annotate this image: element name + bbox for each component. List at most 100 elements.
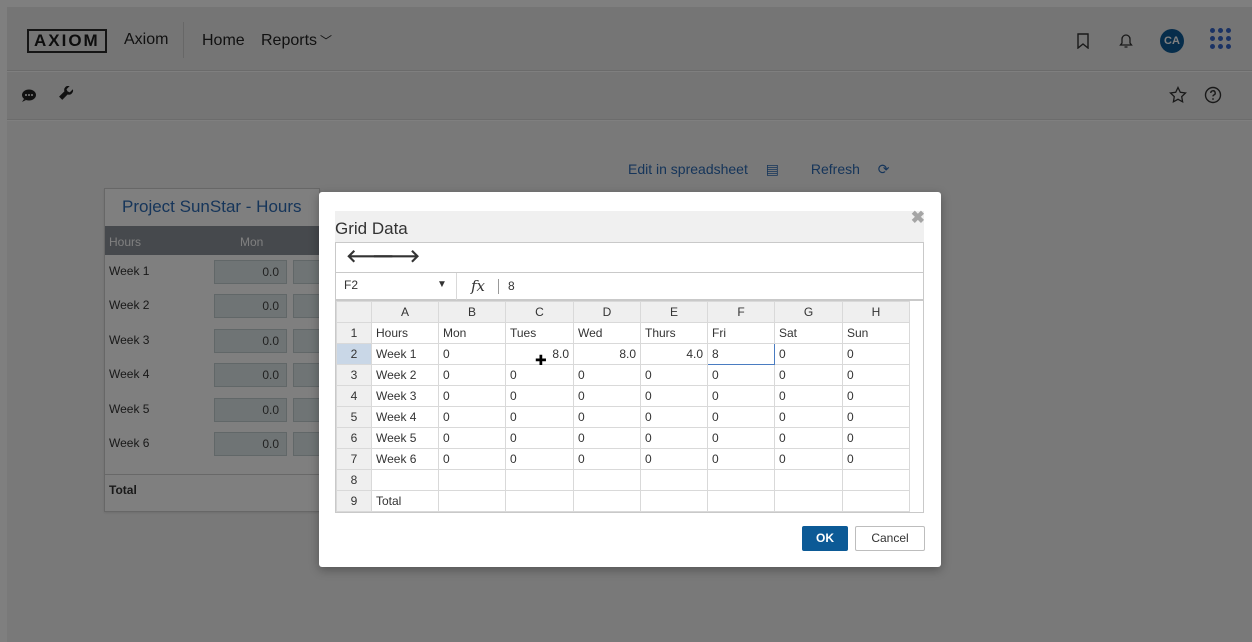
cell[interactable]: Wed — [573, 322, 641, 344]
cell[interactable]: Hours — [371, 322, 439, 344]
cell[interactable]: 0 — [707, 427, 775, 449]
close-icon[interactable]: ✖ — [911, 208, 925, 228]
col-header[interactable]: B — [438, 301, 506, 323]
col-header[interactable]: G — [774, 301, 843, 323]
col-header[interactable]: E — [640, 301, 708, 323]
cell[interactable] — [774, 490, 843, 512]
cell[interactable]: 0 — [774, 385, 843, 407]
cell[interactable]: 0 — [774, 343, 843, 365]
cell[interactable]: Week 4 — [371, 406, 439, 428]
table-row: 5 Week 4 0 0 0 0 0 0 0 — [336, 406, 910, 428]
row-header[interactable]: 6 — [336, 427, 372, 449]
redo-icon[interactable]: 🡒 — [372, 246, 420, 267]
cell[interactable]: 0 — [707, 406, 775, 428]
spreadsheet-toolbar: 🡐 🡒 — [335, 242, 924, 272]
cell[interactable]: Sat — [774, 322, 843, 344]
name-box[interactable]: F2 — [344, 278, 358, 292]
cell[interactable]: 0 — [505, 427, 574, 449]
cell[interactable] — [505, 490, 574, 512]
col-header[interactable]: A — [371, 301, 439, 323]
cell[interactable]: 0 — [438, 385, 506, 407]
cell[interactable]: 8.0 — [573, 343, 641, 365]
row-header[interactable]: 5 — [336, 406, 372, 428]
col-header[interactable]: C — [505, 301, 574, 323]
cell[interactable] — [707, 490, 775, 512]
cell[interactable] — [371, 469, 439, 491]
cancel-button[interactable]: Cancel — [855, 526, 925, 551]
cell[interactable] — [573, 469, 641, 491]
formula-input[interactable]: 8 — [508, 279, 515, 293]
row-header[interactable]: 3 — [336, 364, 372, 386]
row-header[interactable]: 7 — [336, 448, 372, 470]
cell[interactable]: 0 — [438, 427, 506, 449]
cell[interactable]: Mon — [438, 322, 506, 344]
cell[interactable]: 0 — [774, 448, 843, 470]
ok-button[interactable]: OK — [802, 526, 848, 551]
cell[interactable] — [842, 469, 910, 491]
cell[interactable]: 0 — [640, 406, 708, 428]
cell[interactable]: 0 — [842, 364, 910, 386]
row-header[interactable]: 2 — [336, 343, 372, 365]
cell[interactable]: Thurs — [640, 322, 708, 344]
cell[interactable]: 0 — [438, 364, 506, 386]
row-header[interactable]: 4 — [336, 385, 372, 407]
cell[interactable]: 0 — [505, 406, 574, 428]
cell[interactable]: 0 — [640, 364, 708, 386]
corner-cell[interactable] — [336, 301, 372, 323]
cell[interactable]: 0 — [640, 448, 708, 470]
cell[interactable]: 0 — [842, 343, 910, 365]
cell[interactable]: 0 — [842, 427, 910, 449]
cell[interactable]: Week 6 — [371, 448, 439, 470]
cell[interactable]: 0 — [774, 427, 843, 449]
cell[interactable]: 0 — [707, 364, 775, 386]
cell[interactable]: 0 — [505, 448, 574, 470]
cell[interactable]: Week 5 — [371, 427, 439, 449]
cell[interactable]: 0 — [438, 448, 506, 470]
cell[interactable]: 0 — [774, 364, 843, 386]
cell[interactable]: 0 — [573, 385, 641, 407]
cell[interactable]: 0 — [573, 427, 641, 449]
cell[interactable]: Total — [371, 490, 439, 512]
cell[interactable] — [640, 490, 708, 512]
cell[interactable]: 0 — [774, 406, 843, 428]
cell[interactable]: Fri — [707, 322, 775, 344]
cell[interactable]: Week 1 — [371, 343, 439, 365]
cell[interactable]: 0 — [573, 448, 641, 470]
row-header[interactable]: 1 — [336, 322, 372, 344]
col-header[interactable]: D — [573, 301, 641, 323]
cell[interactable]: 0 — [505, 385, 574, 407]
cell[interactable]: 0 — [707, 385, 775, 407]
cell[interactable]: 0 — [640, 427, 708, 449]
active-cell[interactable]: 8 — [707, 343, 775, 365]
cell[interactable]: Week 2 — [371, 364, 439, 386]
col-header[interactable]: H — [842, 301, 910, 323]
cell[interactable]: Week 3 — [371, 385, 439, 407]
cell[interactable]: 0 — [573, 364, 641, 386]
cell[interactable]: 0 — [573, 406, 641, 428]
cell[interactable]: 0 — [438, 406, 506, 428]
cell[interactable]: 0 — [842, 406, 910, 428]
cell[interactable] — [707, 469, 775, 491]
column-header-row: A B C D E F G H — [336, 301, 910, 323]
table-row: 3 Week 2 0 0 0 0 0 0 0 — [336, 364, 910, 386]
name-box-dropdown-icon[interactable]: ▼ — [437, 279, 447, 290]
cell[interactable]: Sun — [842, 322, 910, 344]
fx-divider — [498, 279, 499, 294]
cell[interactable]: 0 — [640, 385, 708, 407]
row-header[interactable]: 9 — [336, 490, 372, 512]
cell[interactable] — [573, 490, 641, 512]
cell[interactable]: 0 — [842, 385, 910, 407]
cell[interactable] — [842, 490, 910, 512]
cell[interactable] — [438, 490, 506, 512]
cell[interactable] — [640, 469, 708, 491]
cell[interactable]: 0 — [438, 343, 506, 365]
cell[interactable]: 4.0 — [640, 343, 708, 365]
cell[interactable]: 0 — [842, 448, 910, 470]
col-header[interactable]: F — [707, 301, 775, 323]
cell[interactable] — [774, 469, 843, 491]
row-header[interactable]: 8 — [336, 469, 372, 491]
cell[interactable] — [505, 469, 574, 491]
cell[interactable]: Tues — [505, 322, 574, 344]
cell[interactable] — [438, 469, 506, 491]
cell[interactable]: 0 — [707, 448, 775, 470]
